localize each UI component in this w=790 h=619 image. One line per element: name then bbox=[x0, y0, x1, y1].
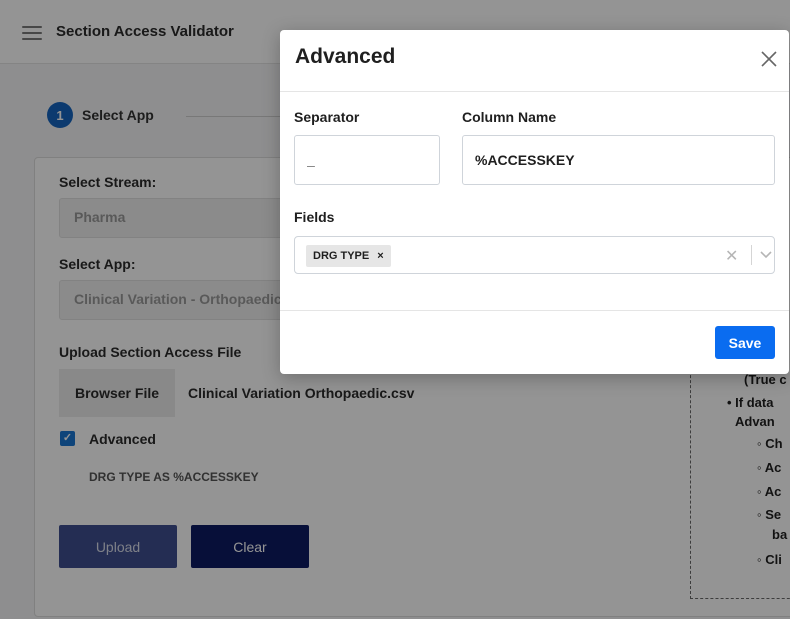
separator-label: Separator bbox=[294, 109, 360, 125]
chevron-down-icon[interactable] bbox=[759, 247, 773, 261]
separator-input[interactable] bbox=[294, 135, 440, 185]
column-name-input[interactable] bbox=[462, 135, 775, 185]
dialog-title: Advanced bbox=[295, 45, 396, 68]
dialog-footer-divider bbox=[280, 310, 789, 311]
select-divider bbox=[751, 245, 752, 265]
field-chip-label: DRG TYPE bbox=[313, 250, 370, 262]
close-icon[interactable] bbox=[758, 50, 780, 72]
advanced-dialog: Advanced Separator Column Name Fields DR… bbox=[280, 30, 789, 374]
close-icon-glyph bbox=[761, 51, 777, 67]
fields-label: Fields bbox=[294, 209, 335, 225]
save-button[interactable]: Save bbox=[715, 326, 775, 359]
field-chip: DRG TYPE × bbox=[306, 245, 391, 267]
chip-remove-icon[interactable]: × bbox=[377, 250, 383, 262]
column-name-label: Column Name bbox=[462, 109, 557, 125]
fields-multiselect[interactable]: DRG TYPE × ✕ bbox=[294, 236, 775, 274]
clear-selection-icon[interactable]: ✕ bbox=[725, 246, 738, 266]
dialog-header: Advanced bbox=[280, 30, 789, 92]
